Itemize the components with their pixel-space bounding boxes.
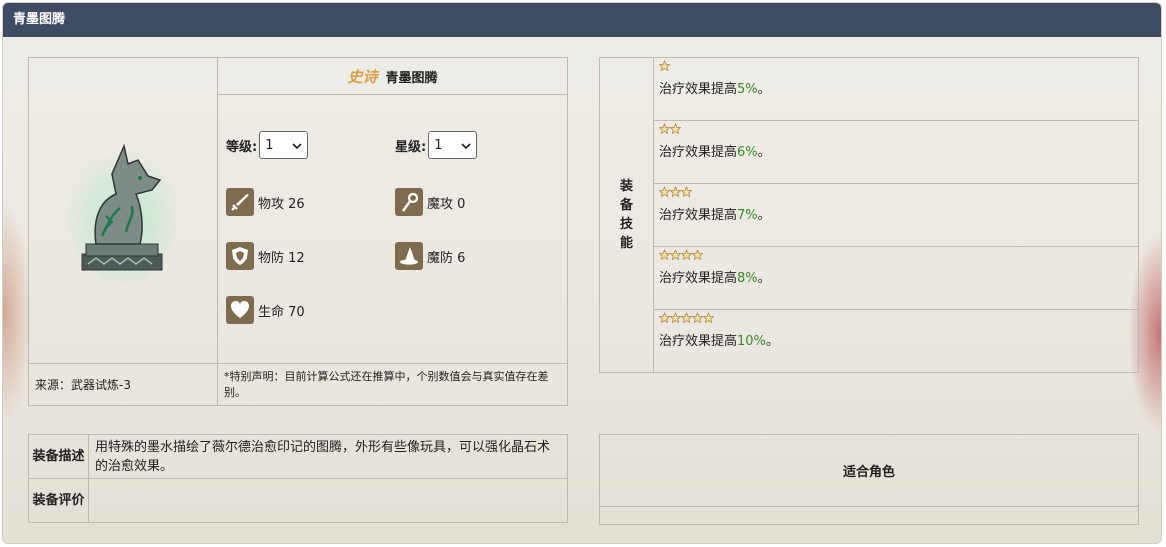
star-icon (681, 312, 692, 324)
skill-row: 治疗效果提高10%。 (653, 309, 1139, 373)
desc-text: 用特殊的墨水描绘了薇尔德治愈印记的图腾，外形有些像玩具，可以强化晶石术的治愈效果… (88, 434, 568, 479)
stat-mag-atk: 魔攻 0 (395, 188, 465, 216)
skill-row: 治疗效果提高5%。 (653, 57, 1139, 121)
star-icon (692, 249, 703, 261)
skills-header: 装 备 技 能 (599, 57, 654, 373)
star-icon (703, 312, 714, 324)
item-name-cell: 史诗 青墨图腾 (217, 57, 568, 95)
star-icon (681, 249, 692, 261)
roles-header: 适合角色 (599, 434, 1139, 507)
source-cell: 来源：武器试炼-3 (28, 363, 218, 406)
level-select[interactable]: 1 (259, 131, 309, 159)
sword-icon (226, 188, 254, 216)
star-rating (659, 312, 1133, 329)
level-selector-row: 等级: 1 (226, 131, 309, 159)
stat-phys-atk: 物攻 26 (226, 188, 305, 216)
star-rating (659, 249, 1133, 266)
skill-row: 治疗效果提高7%。 (653, 183, 1139, 247)
skill-row: 治疗效果提高6%。 (653, 120, 1139, 184)
desc-label: 装备描述 (28, 434, 89, 479)
panel-title: 青墨图腾 (3, 3, 1161, 37)
star-icon (659, 186, 670, 198)
star-select[interactable]: 1 (428, 131, 478, 159)
rarity-badge: 史诗 (347, 67, 378, 86)
star-selector-row: 星级: 1 (395, 131, 478, 159)
item-image-cell (28, 57, 218, 364)
wolf-totem-image (68, 143, 178, 284)
skill-row: 治疗效果提高8%。 (653, 246, 1139, 310)
equipment-panel: 青墨图腾 史诗 青墨图腾 等级: 1 星级: 1 物攻 26 魔攻 0 物防 1… (2, 2, 1162, 544)
review-text (88, 478, 568, 523)
equipment-skills-table: 装 备 技 能 治疗效果提高5%。 治疗效果提高6%。 治疗效果提高7%。 治疗… (599, 57, 1139, 373)
heart-icon (226, 296, 254, 324)
level-label: 等级: (226, 139, 258, 155)
chevron-down-icon (292, 138, 302, 153)
stat-mag-def: 魔防 6 (395, 242, 465, 270)
star-rating (659, 60, 1133, 77)
review-label: 装备评价 (28, 478, 89, 523)
star-icon (681, 186, 692, 198)
star-icon (659, 123, 670, 135)
stat-hp: 生命 70 (226, 296, 305, 324)
star-rating (659, 123, 1133, 140)
item-info-table: 史诗 青墨图腾 等级: 1 星级: 1 物攻 26 魔攻 0 物防 12 魔防 … (28, 57, 568, 406)
star-icon (670, 123, 681, 135)
star-icon (670, 312, 681, 324)
star-label: 星级: (395, 139, 427, 155)
star-icon (692, 312, 703, 324)
shield-icon (226, 242, 254, 270)
staff-icon (395, 188, 423, 216)
roles-body (599, 506, 1139, 525)
item-name: 青墨图腾 (385, 70, 438, 86)
disclaimer-note: *特别声明：目前计算公式还在推算中，个别数值会与真实值存在差别。 (217, 363, 568, 406)
star-value: 1 (434, 137, 443, 153)
star-icon (659, 249, 670, 261)
equipment-description-table: 装备描述 用特殊的墨水描绘了薇尔德治愈印记的图腾，外形有些像玩具，可以强化晶石术… (28, 434, 568, 523)
suitable-roles-table: 适合角色 (599, 434, 1139, 525)
chevron-down-icon (461, 138, 471, 153)
star-icon (659, 312, 670, 324)
star-rating (659, 186, 1133, 203)
star-icon (670, 186, 681, 198)
stats-cell: 等级: 1 星级: 1 物攻 26 魔攻 0 物防 12 魔防 6 生命 70 (217, 94, 568, 364)
level-value: 1 (265, 137, 274, 153)
stat-phys-def: 物防 12 (226, 242, 305, 270)
star-icon (670, 249, 681, 261)
wizard-hat-icon (395, 242, 423, 270)
star-icon (659, 60, 670, 72)
